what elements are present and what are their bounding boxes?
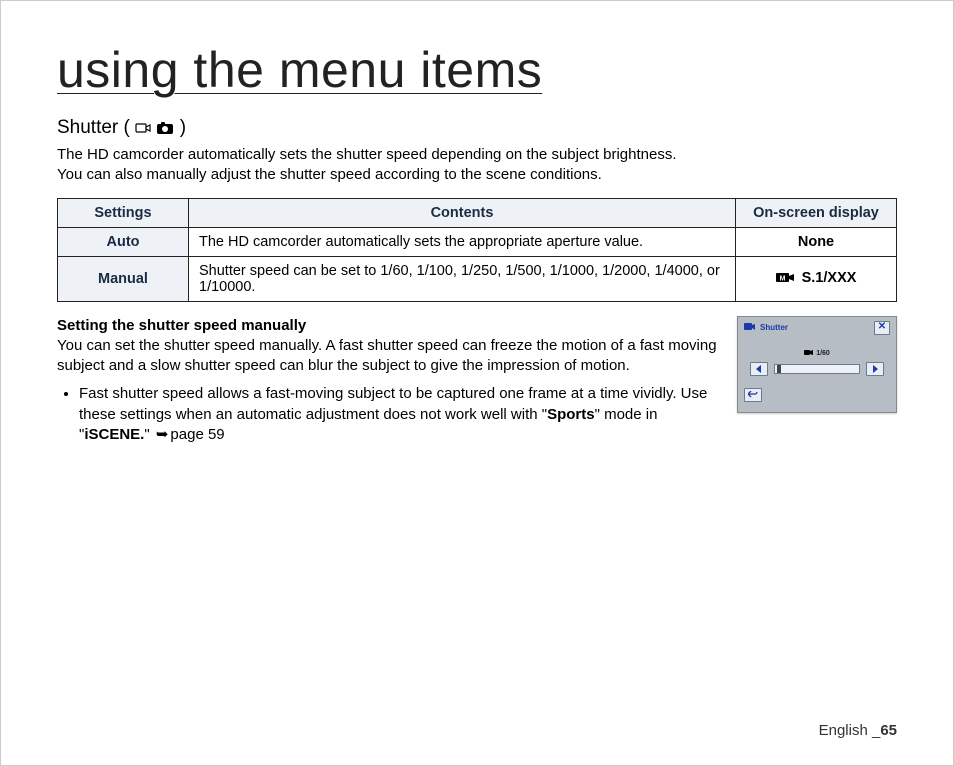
page-title: using the menu items <box>57 41 897 99</box>
section-heading-prefix: Shutter ( <box>57 117 130 138</box>
lcd-title-text: Shutter <box>760 323 788 332</box>
manual-heading: Setting the shutter speed manually <box>57 316 723 336</box>
manual-bullet: Fast shutter speed allows a fast-moving … <box>79 384 723 445</box>
lcd-next-button[interactable] <box>866 362 884 376</box>
bullet-iscene: iSCENE. <box>84 426 144 443</box>
lcd-back-button[interactable] <box>744 388 762 402</box>
triangle-right-icon <box>872 365 878 373</box>
lcd-preview: Shutter ✕ 1/60 <box>737 316 897 413</box>
th-contents: Contents <box>189 198 736 227</box>
cell-display: None <box>736 227 897 256</box>
section-heading: Shutter ( ) <box>57 117 897 141</box>
lcd-video-icon <box>744 322 756 334</box>
bullet-page-ref: page 59 <box>170 426 224 443</box>
video-mode-icon <box>135 119 151 141</box>
svg-text:M: M <box>779 275 785 282</box>
footer-page-number: 65 <box>880 722 897 739</box>
manual-section: Setting the shutter speed manually You c… <box>57 316 897 446</box>
link-arrow-icon: ➥ <box>156 426 169 443</box>
th-settings: Settings <box>58 198 189 227</box>
lcd-slider <box>744 362 890 376</box>
table-header-row: Settings Contents On-screen display <box>58 198 897 227</box>
photo-mode-icon <box>156 119 174 141</box>
lcd-slider-track[interactable] <box>774 364 860 374</box>
manual-list: Fast shutter speed allows a fast-moving … <box>57 384 723 445</box>
lcd-prev-button[interactable] <box>750 362 768 376</box>
page-footer: English _65 <box>819 722 897 739</box>
footer-language: English <box>819 722 872 739</box>
manual-paragraph: You can set the shutter speed manually. … <box>57 336 723 377</box>
cell-display-text: S.1/XXX <box>802 270 857 286</box>
cell-contents: The HD camcorder automatically sets the … <box>189 227 736 256</box>
table-row: Auto The HD camcorder automatically sets… <box>58 227 897 256</box>
manual-text: Setting the shutter speed manually You c… <box>57 316 723 446</box>
bullet-sports: Sports <box>547 406 595 423</box>
section-heading-suffix: ) <box>180 117 186 138</box>
manual-page: using the menu items Shutter ( ) The HD … <box>0 0 954 766</box>
camera-m-icon: M <box>776 272 800 288</box>
cell-setting: Auto <box>58 227 189 256</box>
return-arrow-icon <box>748 391 758 399</box>
bullet-text-post: " <box>144 426 154 443</box>
cell-display: M S.1/XXX <box>736 256 897 301</box>
lcd-value-text: 1/60 <box>816 350 830 357</box>
lcd-title: Shutter <box>744 322 788 334</box>
settings-table: Settings Contents On-screen display Auto… <box>57 198 897 302</box>
section-description: The HD camcorder automatically sets the … <box>57 145 897 186</box>
lcd-value-icon <box>804 349 814 358</box>
th-display: On-screen display <box>736 198 897 227</box>
desc-line-1: The HD camcorder automatically sets the … <box>57 146 677 163</box>
triangle-left-icon <box>756 365 762 373</box>
table-row: Manual Shutter speed can be set to 1/60,… <box>58 256 897 301</box>
cell-contents: Shutter speed can be set to 1/60, 1/100,… <box>189 256 736 301</box>
desc-line-2: You can also manually adjust the shutter… <box>57 166 602 183</box>
cell-setting: Manual <box>58 256 189 301</box>
lcd-header: Shutter ✕ <box>744 321 890 335</box>
lcd-close-button[interactable]: ✕ <box>874 321 890 335</box>
lcd-value: 1/60 <box>744 349 890 358</box>
